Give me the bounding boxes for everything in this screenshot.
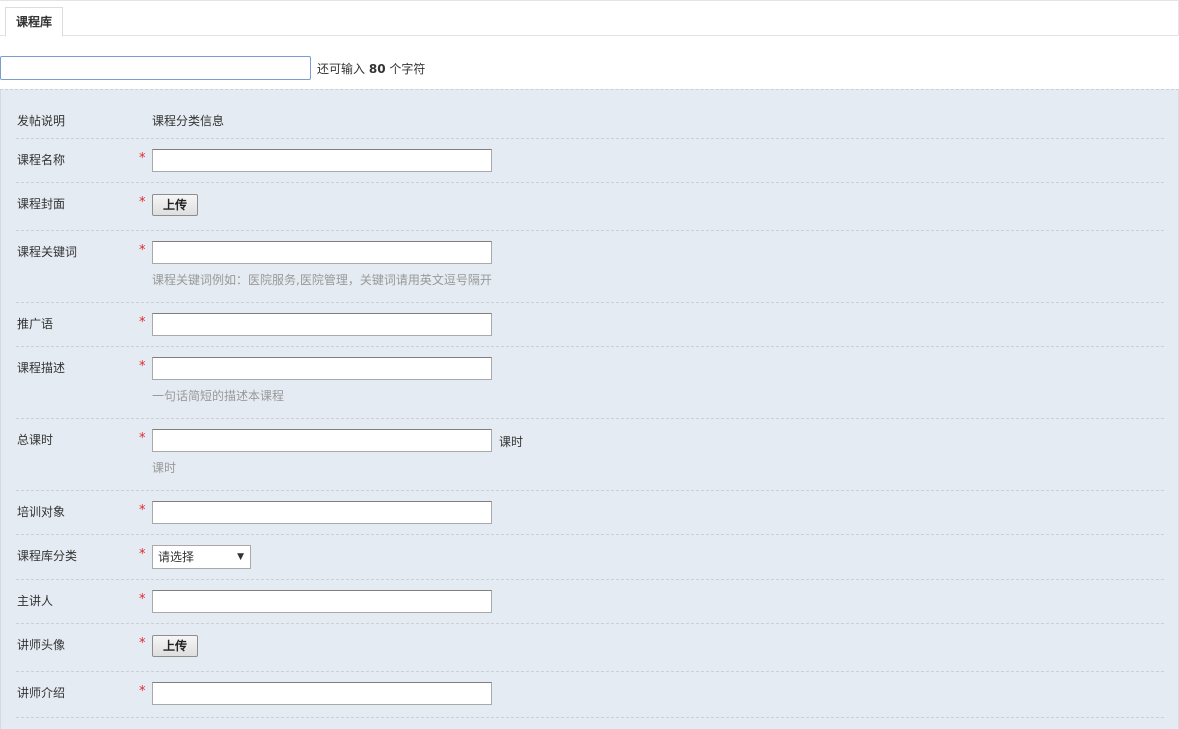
- course-keywords-input[interactable]: [152, 241, 492, 264]
- row-total-hours: 总课时 * 课时 课时: [16, 419, 1164, 491]
- lecturer-intro-input[interactable]: [152, 682, 492, 705]
- total-hours-input[interactable]: [152, 429, 492, 452]
- title-row: 还可输入 80 个字符: [0, 56, 600, 80]
- label-promo-text: 推广语: [17, 317, 54, 331]
- label-lecturer-avatar: 讲师头像: [17, 638, 66, 652]
- category-selected-value: 请选择: [158, 550, 195, 564]
- label-lecturer: 主讲人: [17, 594, 54, 608]
- total-hours-unit: 课时: [499, 435, 524, 449]
- label-lecturer-intro: 讲师介绍: [17, 686, 66, 700]
- tab-course-library[interactable]: 课程库: [5, 7, 64, 37]
- caret-down-icon: ▼: [237, 552, 244, 562]
- char-remaining-count: 80: [368, 62, 386, 76]
- label-course-keywords: 课程关键词: [17, 245, 78, 259]
- course-name-input[interactable]: [152, 149, 492, 172]
- label-posting-note: 发帖说明: [17, 114, 66, 128]
- row-course-name: 课程名称 *: [16, 139, 1164, 183]
- required-mark: *: [139, 592, 146, 607]
- char-hint-prefix: 还可输入: [317, 62, 366, 76]
- required-mark: *: [139, 431, 146, 446]
- row-posting-note: 发帖说明 课程分类信息: [16, 90, 1164, 139]
- row-course-desc: 课程描述 * 一句话简短的描述本课程: [16, 347, 1164, 419]
- required-mark: *: [139, 547, 146, 562]
- course-desc-hint: 一句话简短的描述本课程: [152, 389, 285, 403]
- required-mark: *: [139, 151, 146, 166]
- lecturer-input[interactable]: [152, 590, 492, 613]
- row-course-cover: 课程封面 * 上传: [16, 183, 1164, 231]
- tab-bar: 课程库: [0, 0, 1179, 37]
- row-lecturer: 主讲人 *: [16, 580, 1164, 624]
- posting-note-value: 课程分类信息: [152, 114, 225, 128]
- row-course-keywords: 课程关键词 * 课程关键词例如：医院服务,医院管理，关键词请用英文逗号隔开: [16, 231, 1164, 303]
- label-total-hours: 总课时: [17, 433, 54, 447]
- required-mark: *: [139, 684, 146, 699]
- lecturer-avatar-upload-button[interactable]: 上传: [152, 635, 198, 657]
- label-course-name: 课程名称: [17, 153, 66, 167]
- required-mark: *: [139, 503, 146, 518]
- row-lecturer-intro: 讲师介绍 *: [16, 672, 1164, 718]
- row-lecturer-avatar: 讲师头像 * 上传: [16, 624, 1164, 672]
- char-count-hint: 还可输入 80 个字符: [317, 60, 425, 77]
- label-target-audience: 培训对象: [17, 505, 66, 519]
- promo-text-input[interactable]: [152, 313, 492, 336]
- category-select[interactable]: 请选择 ▼: [152, 545, 251, 569]
- required-mark: *: [139, 359, 146, 374]
- course-form: 发帖说明 课程分类信息 课程名称 * 课程封面 * 上传 课程关键词 * 课程关…: [0, 89, 1179, 729]
- row-category: 课程库分类 * 请选择 ▼: [16, 535, 1164, 580]
- row-promo-text: 推广语 *: [16, 303, 1164, 347]
- required-mark: *: [139, 243, 146, 258]
- target-audience-input[interactable]: [152, 501, 492, 524]
- title-input[interactable]: [0, 56, 311, 80]
- char-hint-suffix: 个字符: [389, 62, 426, 76]
- total-hours-hint: 课时: [152, 461, 177, 475]
- label-course-desc: 课程描述: [17, 361, 66, 375]
- row-target-audience: 培训对象 *: [16, 491, 1164, 535]
- required-mark: *: [139, 195, 146, 210]
- course-desc-input[interactable]: [152, 357, 492, 380]
- label-course-cover: 课程封面: [17, 197, 66, 211]
- required-mark: *: [139, 636, 146, 651]
- course-cover-upload-button[interactable]: 上传: [152, 194, 198, 216]
- course-keywords-hint: 课程关键词例如：医院服务,医院管理，关键词请用英文逗号隔开: [152, 273, 492, 287]
- label-category: 课程库分类: [17, 549, 78, 563]
- required-mark: *: [139, 315, 146, 330]
